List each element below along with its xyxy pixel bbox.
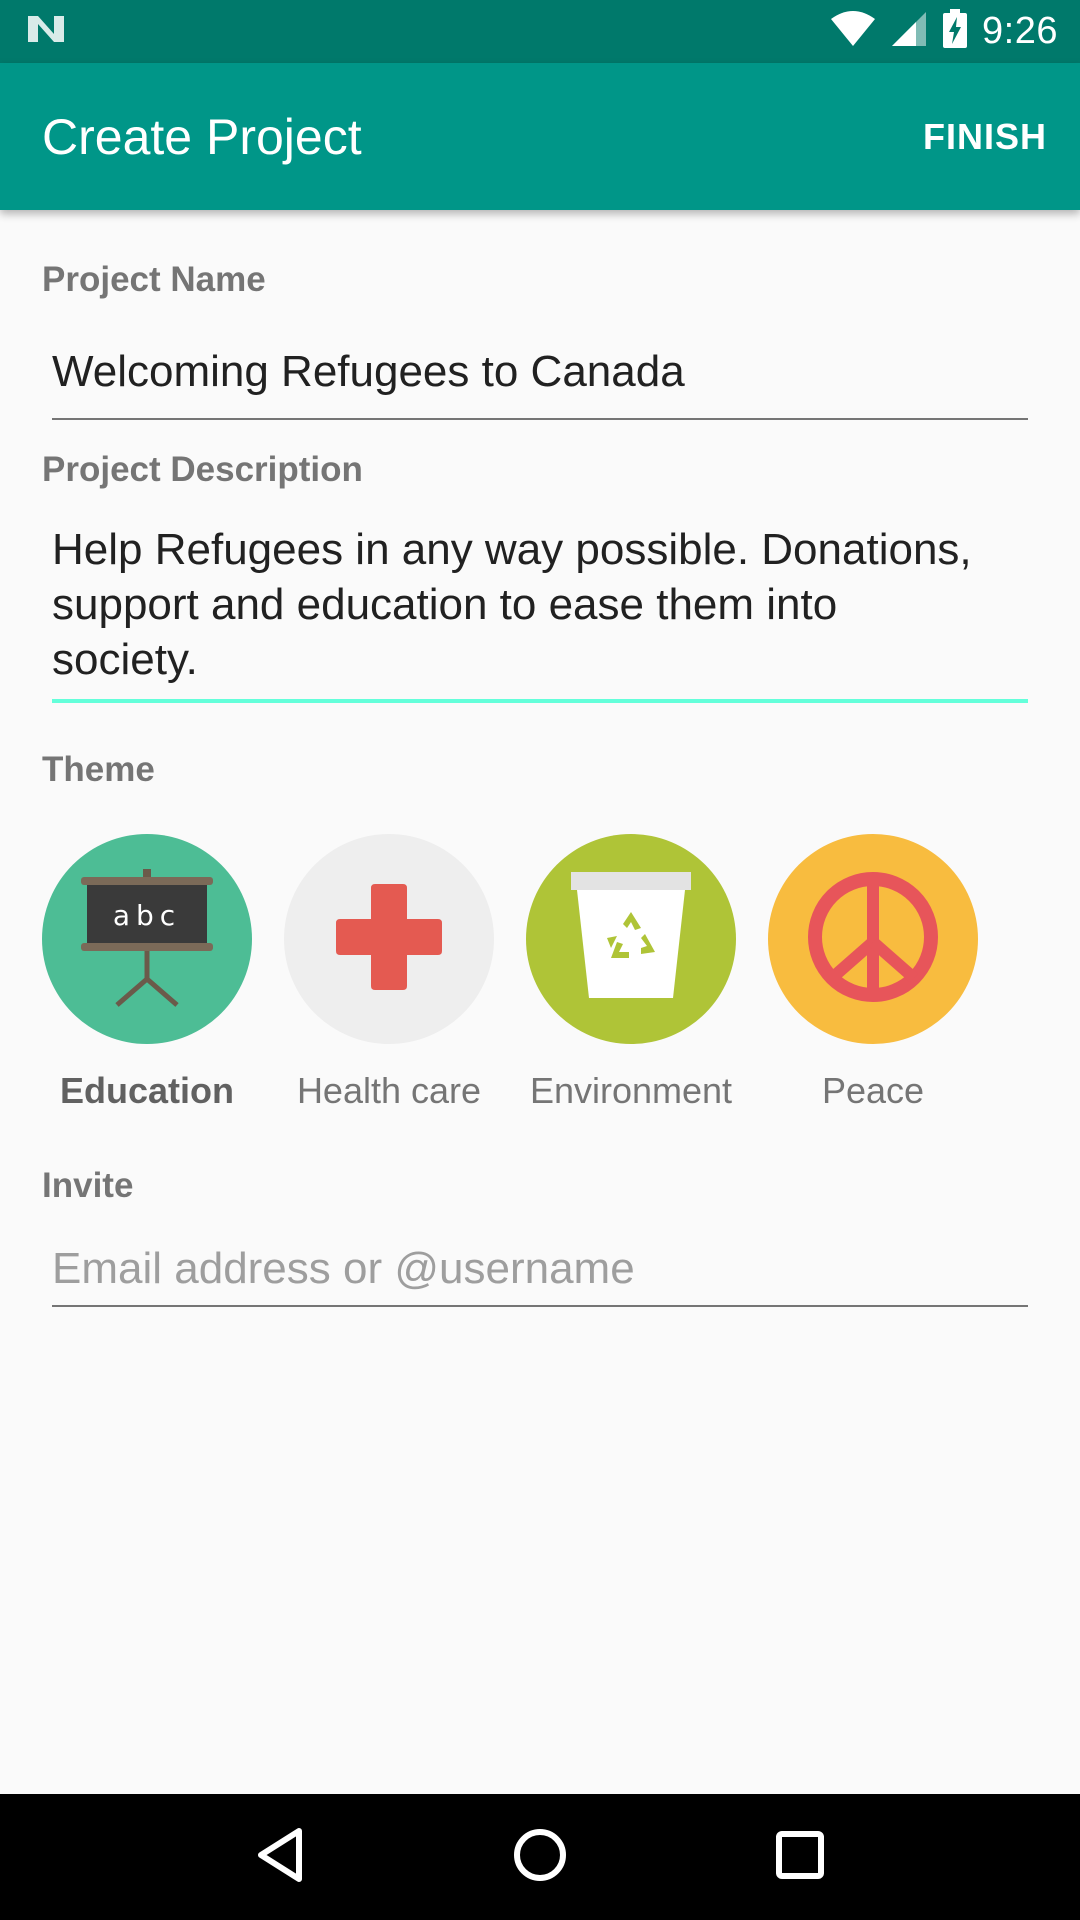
theme-circle-education: abc [42, 834, 252, 1044]
recycle-bin-icon [571, 871, 691, 1007]
theme-option-environment[interactable]: Environment [526, 834, 736, 1112]
theme-circle-environment [526, 834, 736, 1044]
home-button[interactable] [495, 1812, 585, 1902]
status-bar: 9:26 [0, 0, 1080, 63]
recents-icon [775, 1830, 825, 1885]
theme-label-peace: Peace [821, 1070, 925, 1111]
theme-circle-peace [768, 834, 978, 1044]
project-description-label: Project Description [42, 450, 363, 489]
project-description-line-2: support and education to ease them into [52, 580, 838, 629]
theme-label: Theme [42, 750, 155, 789]
theme-option-peace[interactable]: Peace [768, 834, 978, 1112]
theme-option-education[interactable]: abc Education [42, 834, 252, 1112]
status-time: 9:26 [982, 10, 1058, 52]
theme-option-health-care[interactable]: Health care [284, 834, 494, 1112]
project-description-field[interactable]: Help Refugees in any way possible. Donat… [52, 522, 1028, 703]
theme-circle-health-care [284, 834, 494, 1044]
back-icon [255, 1827, 305, 1888]
wifi-icon [830, 11, 876, 52]
peace-sign-icon [806, 870, 940, 1009]
theme-label-education: Education [59, 1070, 234, 1111]
chalkboard-icon: abc [77, 867, 217, 1012]
medical-cross-icon [336, 883, 442, 995]
theme-label-health-care: Health care [296, 1070, 482, 1111]
battery-charging-icon [942, 9, 968, 54]
status-icons: 9:26 [830, 9, 1058, 54]
page-title: Create Project [42, 108, 362, 165]
home-icon [512, 1827, 568, 1888]
notification-n-icon [26, 14, 66, 49]
invite-placeholder: Email address or @username [52, 1244, 635, 1293]
theme-label-environment: Environment [529, 1070, 733, 1111]
project-description-line-3: society. [52, 635, 198, 684]
project-name-label: Project Name [42, 260, 266, 299]
finish-button[interactable]: FINISH [923, 116, 1047, 158]
back-button[interactable] [235, 1812, 325, 1902]
project-name-field[interactable]: Welcoming Refugees to Canada [52, 330, 1028, 420]
recents-button[interactable] [755, 1812, 845, 1902]
project-name-value: Welcoming Refugees to Canada [52, 347, 685, 396]
project-description-line-1: Help Refugees in any way possible. Donat… [52, 525, 972, 574]
navigation-bar [0, 1794, 1080, 1920]
app-bar: Create Project FINISH [0, 63, 1080, 210]
invite-field[interactable]: Email address or @username [52, 1235, 1028, 1307]
svg-text:abc: abc [113, 899, 181, 932]
invite-label: Invite [42, 1166, 134, 1205]
cell-signal-icon [890, 11, 928, 52]
